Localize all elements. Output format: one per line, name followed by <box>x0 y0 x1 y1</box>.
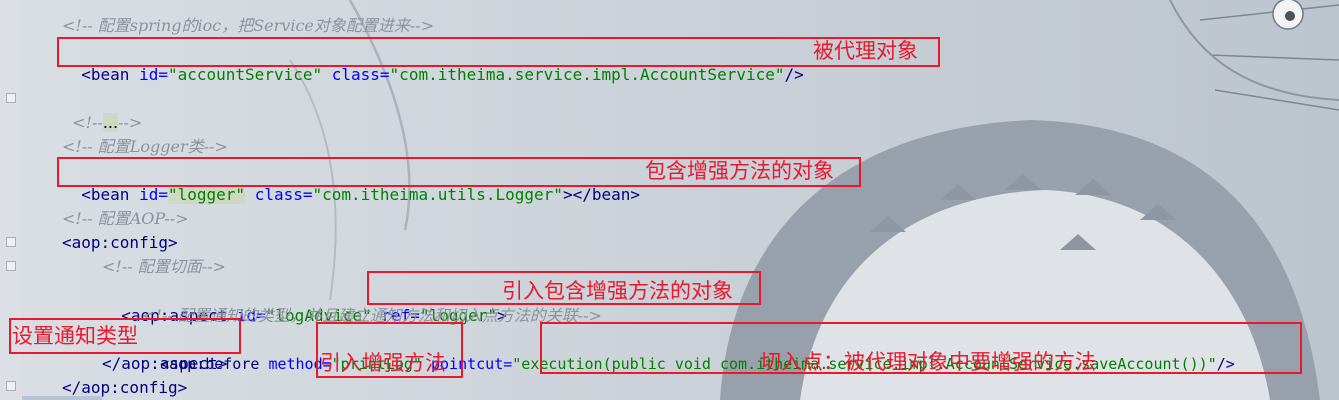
xml-tag: <bean <box>81 65 130 84</box>
fold-marker-icon[interactable] <box>6 261 16 271</box>
comment-close: --> <box>118 113 143 132</box>
comment-aop: <!-- 配置AOP--> <box>62 209 189 228</box>
code-line-aop-config-close: </aop:config> <box>62 378 188 397</box>
collapsed-fold-line[interactable]: <!--...--> <box>62 87 142 132</box>
xml-value: "com.itheima.utils.Logger" <box>312 185 563 204</box>
xml-attribute: class= <box>331 65 390 84</box>
fold-marker-icon[interactable] <box>6 237 16 247</box>
folded-placeholder[interactable]: ... <box>102 113 119 132</box>
xml-value: "com.itheima.service.impl.AccountService… <box>389 65 785 84</box>
xml-value: "accountService" <box>167 65 323 84</box>
annotation-ref-enhance-method: 引入增强方法 <box>320 351 446 375</box>
code-line-aop-config-open: <aop:config> <box>62 233 178 252</box>
annotation-advice-type: 设置通知类型 <box>12 324 138 348</box>
xml-tag: <bean <box>81 185 130 204</box>
code-line-aop-aspect-close: </aop:aspect> <box>102 354 228 373</box>
xml-attribute: id= <box>139 185 168 204</box>
annotation-box-proxied-bean <box>57 37 940 67</box>
annotation-proxied-object: 被代理对象 <box>813 39 918 63</box>
fold-marker-icon[interactable] <box>6 93 16 103</box>
xml-value: "logger" <box>167 185 246 204</box>
annotation-ref-enhance-object: 引入包含增强方法的对象 <box>502 279 733 303</box>
annotation-enhance-object: 包含增强方法的对象 <box>645 159 834 183</box>
comment-logger: <!-- 配置Logger类--> <box>62 137 228 156</box>
comment-aspect: <!-- 配置切面--> <box>102 257 226 276</box>
xml-attribute: id= <box>139 65 168 84</box>
comment-open: <!-- <box>72 113 103 132</box>
fold-marker-icon[interactable] <box>6 381 16 391</box>
comment-spring-ioc: <!-- 配置spring的ioc，把Service对象配置进来--> <box>62 16 435 35</box>
xml-tag-close: ></bean> <box>562 185 640 204</box>
xml-tag-close: /> <box>784 65 804 84</box>
annotation-pointcut: 切入点：被代理对象中要增强的方法 <box>760 350 1096 374</box>
xml-attribute: class= <box>254 185 313 204</box>
